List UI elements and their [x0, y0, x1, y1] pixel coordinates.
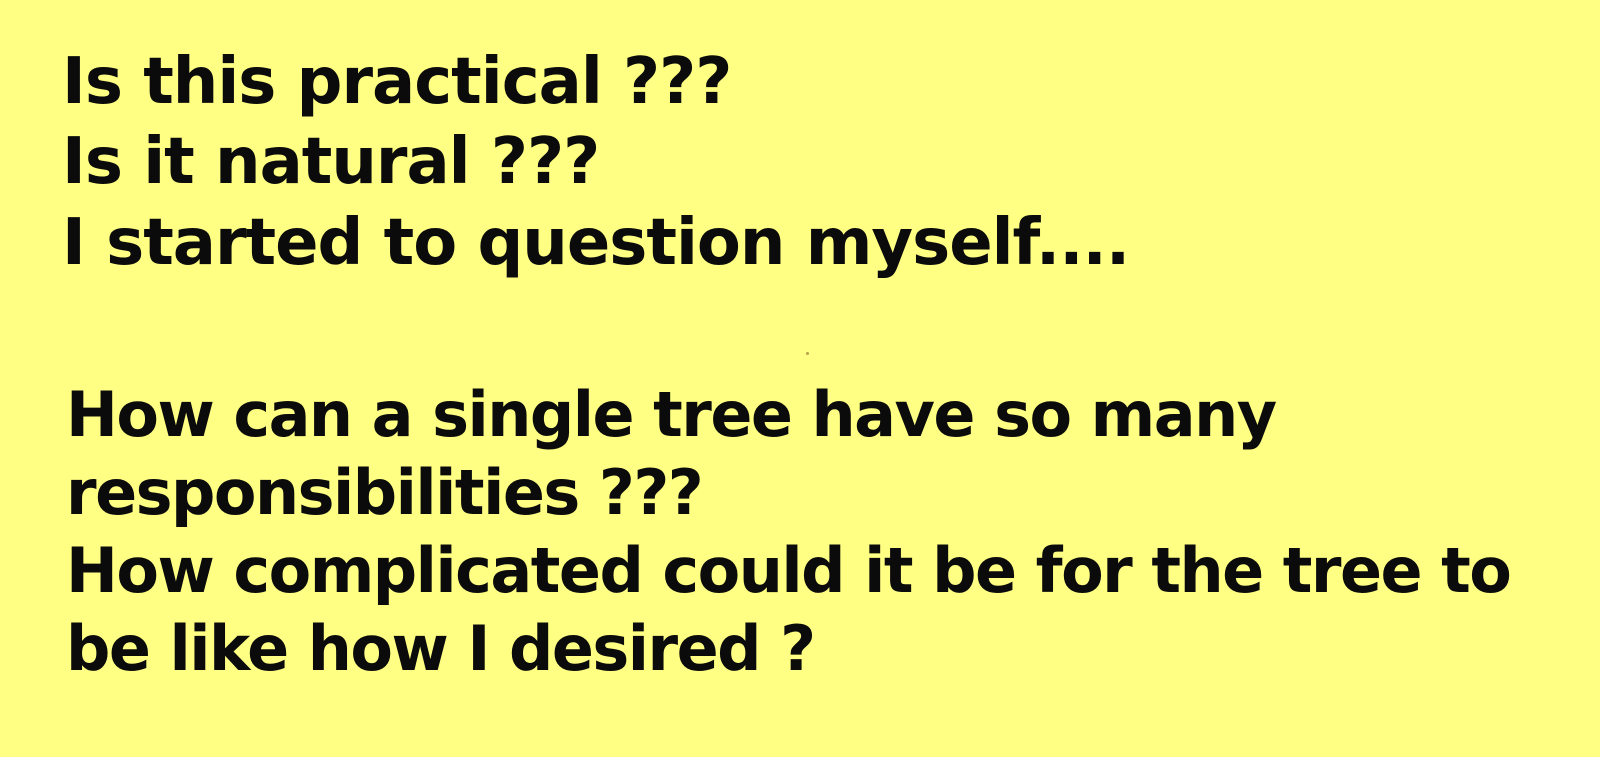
- question-complicated-line-1: How complicated could it be for the tree…: [66, 534, 1512, 607]
- question-responsibilities-line-1: How can a single tree have so many: [66, 378, 1277, 451]
- page-canvas: Is this practical ??? Is it natural ??? …: [0, 0, 1600, 757]
- question-myself: I started to question myself....: [62, 206, 1130, 280]
- question-responsibilities-line-2: responsibilities ???: [66, 456, 704, 529]
- question-natural: Is it natural ???: [62, 125, 600, 199]
- question-complicated-line-2: be like how I desired ?: [66, 612, 816, 685]
- decorative-speck: [806, 352, 809, 355]
- question-practical: Is this practical ???: [62, 45, 732, 119]
